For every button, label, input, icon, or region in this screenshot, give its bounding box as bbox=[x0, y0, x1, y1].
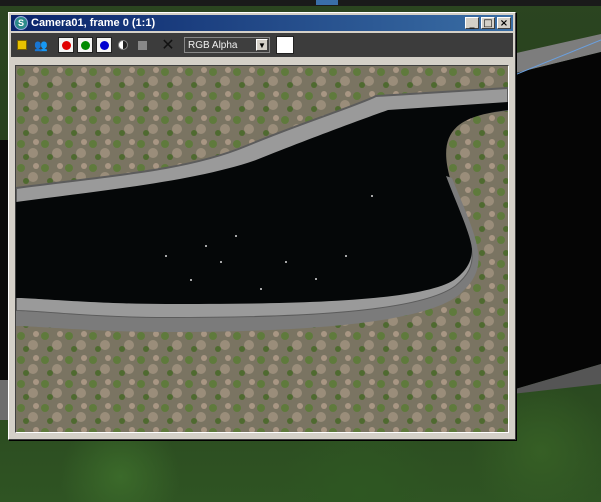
color-swatch[interactable] bbox=[276, 36, 294, 54]
red-channel-button[interactable] bbox=[58, 37, 74, 53]
save-icon[interactable] bbox=[14, 37, 30, 53]
channel-dropdown[interactable]: RGB Alpha ▼ bbox=[184, 37, 270, 53]
blue-channel-icon bbox=[99, 40, 109, 50]
mono-channel-icon bbox=[118, 40, 128, 50]
green-channel-icon bbox=[80, 40, 90, 50]
viewport-selection-marker bbox=[316, 0, 338, 5]
app-icon: S bbox=[14, 16, 28, 30]
clear-icon: ✕ bbox=[161, 35, 175, 54]
rendered-scene bbox=[16, 66, 508, 432]
save-glyph bbox=[17, 40, 27, 50]
viewport-top-strip bbox=[0, 0, 601, 6]
window-title: Camera01, frame 0 (1:1) bbox=[31, 17, 156, 29]
viewport-pool-wall bbox=[512, 34, 601, 394]
alpha-square-icon bbox=[137, 40, 147, 50]
channel-dropdown-value: RGB Alpha bbox=[188, 39, 238, 51]
alpha-square-button[interactable] bbox=[134, 37, 150, 53]
maximize-button[interactable]: □ bbox=[481, 17, 495, 29]
close-button[interactable]: × bbox=[497, 17, 511, 29]
title-bar[interactable]: S Camera01, frame 0 (1:1) _ □ × bbox=[11, 15, 513, 31]
clone-window-icon[interactable]: 👥 bbox=[33, 37, 49, 53]
render-toolbar: 👥 ✕ RGB Alpha ▼ bbox=[11, 33, 513, 57]
clear-button[interactable]: ✕ bbox=[160, 37, 176, 53]
render-frame-window[interactable]: S Camera01, frame 0 (1:1) _ □ × 👥 ✕ RGB … bbox=[8, 12, 516, 440]
people-glyph: 👥 bbox=[34, 38, 48, 52]
chevron-down-icon[interactable]: ▼ bbox=[256, 39, 268, 51]
red-channel-icon bbox=[61, 40, 71, 50]
rendered-image bbox=[15, 65, 509, 433]
blue-channel-button[interactable] bbox=[96, 37, 112, 53]
green-channel-button[interactable] bbox=[77, 37, 93, 53]
minimize-button[interactable]: _ bbox=[465, 17, 479, 29]
mono-channel-button[interactable] bbox=[115, 37, 131, 53]
